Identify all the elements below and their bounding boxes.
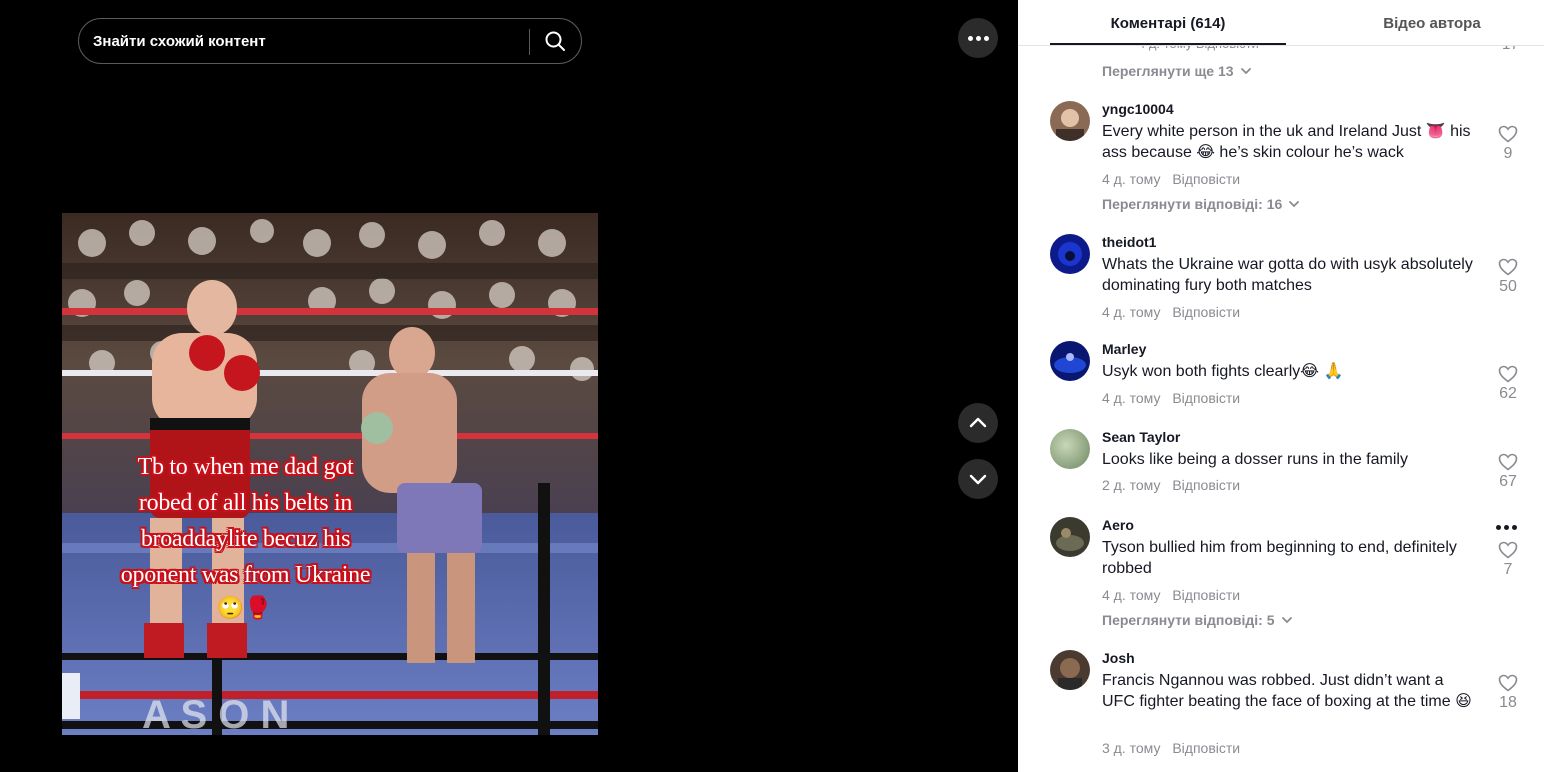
svg-text:A S O N: A S O N [142,693,289,735]
tab-comments[interactable]: Коментарі (614) [1050,0,1286,46]
like-button[interactable]: 50 [1490,258,1526,296]
heart-icon [1498,365,1518,383]
tab-creator-videos[interactable]: Відео автора [1286,0,1544,46]
reply-button[interactable]: Відповісти [1172,171,1240,187]
comment-text: Usyk won both fights clearly😂 🙏 [1102,363,1344,380]
more-dot-icon [975,35,981,41]
caption-line: broaddaylite becuz his [140,526,351,552]
like-count: 62 [1499,385,1517,402]
reply-button[interactable]: Відповісти [1172,477,1240,493]
video-player[interactable]: A S O N Tb to when me dad got robed of a… [62,213,598,735]
comment-meta: 4 д. тому Відповісти [1102,587,1240,603]
reply-button[interactable]: Відповісти [1172,740,1240,756]
chevron-down-icon [969,474,987,485]
comment-text: Every white person in the uk and Ireland… [1102,123,1471,161]
comment-meta: 4 д. тому Відповісти [1102,304,1240,320]
comment-username[interactable]: Aero [1102,517,1134,533]
video-area: A S O N Tb to when me dad got robed of a… [0,0,1018,772]
comment-time: 4 д. тому [1102,304,1161,320]
like-count: 50 [1499,278,1517,295]
next-video-button[interactable] [958,459,998,499]
comments-panel: 4 д. тому Відповісти 17 Коментарі (614) … [1018,0,1544,772]
more-dot-icon [967,35,973,41]
heart-icon [1498,674,1518,692]
view-replies-button[interactable]: Переглянути відповіді: 16 [1102,196,1300,212]
comment-time: 2 д. тому [1102,477,1161,493]
avatar[interactable] [1050,234,1090,274]
more-dot-icon [983,35,989,41]
more-dot-icon [1512,525,1517,530]
comment-time: 4 д. тому [1102,587,1161,603]
comment-time: 4 д. тому [1102,390,1161,406]
previous-video-button[interactable] [958,403,998,443]
view-replies-button[interactable]: Переглянути відповіді: 5 [1102,612,1293,628]
more-dot-icon [1504,525,1509,530]
heart-icon [1498,125,1518,143]
comment-username[interactable]: Sean Taylor [1102,429,1180,445]
comment-time: 3 д. тому [1102,740,1161,756]
view-replies-label: Переглянути відповіді: 16 [1102,196,1283,212]
comment-meta: 4 д. тому Відповісти [1102,171,1240,187]
view-more-replies-button[interactable]: Переглянути ще 13 [1102,63,1252,79]
caption-line: Tb to when me dad got [137,454,354,480]
reply-button[interactable]: Відповісти [1172,587,1240,603]
avatar[interactable] [1050,101,1090,141]
comment-meta: 2 д. тому Відповісти [1102,477,1240,493]
more-options-button[interactable] [958,18,998,58]
like-button[interactable]: 62 [1490,365,1526,403]
avatar[interactable] [1050,429,1090,469]
comment-meta: 4 д. тому Відповісти [1102,390,1240,406]
caption-line: oponent was from Ukraine [120,562,371,588]
avatar[interactable] [1050,517,1090,557]
like-button[interactable]: 18 [1490,674,1526,712]
caption-emoji: 🙄🥊 [216,595,272,620]
like-count: 18 [1499,694,1517,711]
view-more-label: Переглянути ще 13 [1102,63,1234,79]
comment-options-button[interactable] [1496,525,1517,530]
comment-username[interactable]: Marley [1102,341,1146,357]
avatar[interactable] [1050,650,1090,690]
avatar[interactable] [1050,341,1090,381]
video-caption: Tb to when me dad got robed of all his b… [68,449,423,593]
comment-time: 4 д. тому [1102,171,1161,187]
heart-icon [1498,541,1518,559]
comment-username[interactable]: Josh [1102,650,1135,666]
chevron-down-icon [1289,201,1300,208]
search-input[interactable] [93,19,523,63]
chevron-down-icon [1240,68,1251,75]
comment-text: Francis Ngannou was robbed. Just didn’t … [1102,672,1472,710]
search-box[interactable] [78,18,582,64]
heart-icon [1498,453,1518,471]
comment-item: Marley Usyk won both fights clearly😂 🙏 4… [1050,341,1520,411]
caption-line: robed of all his belts in [138,490,353,516]
view-replies-label: Переглянути відповіді: 5 [1102,612,1275,628]
search-divider [529,29,530,55]
like-count: 7 [1503,561,1513,578]
comment-item: Aero Tyson bullied him from beginning to… [1050,517,1520,607]
comment-text: Looks like being a dosser runs in the fa… [1102,451,1408,468]
reply-button[interactable]: Відповісти [1172,390,1240,406]
comment-item: Sean Taylor Looks like being a dosser ru… [1050,429,1520,499]
comment-username[interactable]: theidot1 [1102,234,1156,250]
panel-tabs: Коментарі (614) Відео автора [1018,0,1544,46]
search-icon [545,31,565,51]
comment-meta: 3 д. тому Відповісти [1102,740,1240,756]
chevron-up-icon [969,417,987,428]
like-button[interactable]: 9 [1490,125,1526,163]
like-button[interactable]: 67 [1490,453,1526,491]
comment-item: theidot1 Whats the Ukraine war gotta do … [1050,234,1520,324]
comment-username[interactable]: yngc10004 [1102,101,1174,117]
chevron-down-icon [1281,617,1292,624]
like-count: 67 [1499,473,1517,490]
comment-item: Josh Francis Ngannou was robbed. Just di… [1050,650,1520,765]
reply-button[interactable]: Відповісти [1172,304,1240,320]
search-button[interactable] [535,22,575,60]
like-button[interactable]: 7 [1490,541,1526,579]
like-count: 9 [1503,145,1513,162]
tabs-divider [1018,45,1544,46]
more-dot-icon [1496,525,1501,530]
heart-icon [1498,258,1518,276]
comment-text: Whats the Ukraine war gotta do with usyk… [1102,256,1473,294]
comment-text: Tyson bullied him from beginning to end,… [1102,539,1457,577]
